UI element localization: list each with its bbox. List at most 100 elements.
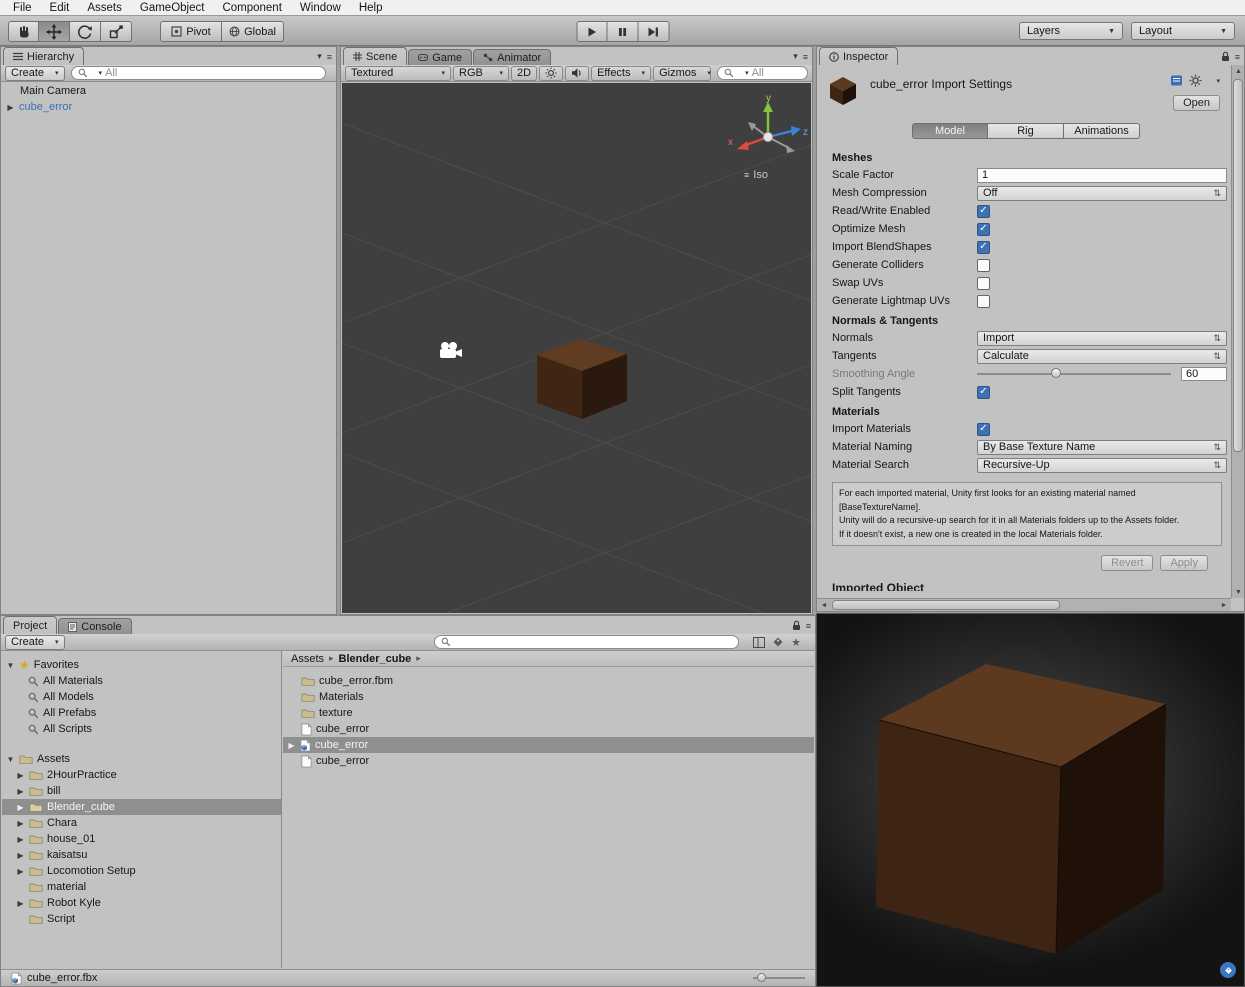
thumbnail-size-slider[interactable] — [753, 973, 805, 982]
asset-preview-panel[interactable] — [816, 613, 1245, 987]
import-materials-checkbox[interactable]: ✓ — [977, 422, 990, 436]
tab-project[interactable]: Project — [3, 616, 58, 634]
hierarchy-create-button[interactable]: Create ▾ — [5, 65, 65, 81]
favorite-all-prefabs[interactable]: All Prefabs — [2, 705, 281, 721]
split-tangents-checkbox[interactable]: ✓ — [977, 385, 990, 399]
tab-scene[interactable]: Scene — [343, 47, 408, 65]
tab-hierarchy[interactable]: Hierarchy — [3, 47, 85, 65]
scroll-left-icon[interactable]: ◄ — [817, 599, 831, 612]
favorite-star-icon[interactable]: ★ — [791, 636, 801, 649]
apply-button[interactable]: Apply — [1160, 555, 1208, 571]
folder-house-01[interactable]: ▶ house_01 — [2, 831, 281, 847]
render-channels-dropdown[interactable]: RGB ▾ — [453, 65, 509, 81]
expander-icon[interactable]: ▶ — [16, 851, 25, 860]
project-create-button[interactable]: Create ▾ — [5, 634, 65, 650]
label-tag-icon[interactable] — [772, 636, 784, 648]
revert-button[interactable]: Revert — [1101, 555, 1154, 571]
scroll-right-icon[interactable]: ► — [1217, 599, 1231, 612]
camera-gizmo-icon[interactable] — [440, 342, 462, 358]
tab-rig[interactable]: Rig — [988, 123, 1064, 139]
tab-game[interactable]: Game — [408, 49, 473, 65]
folder-material[interactable]: material — [2, 879, 281, 895]
folder-2hourpractice[interactable]: ▶ 2HourPractice — [2, 767, 281, 783]
favorite-all-models[interactable]: All Models — [2, 689, 281, 705]
menu-assets[interactable]: Assets — [78, 1, 131, 15]
expander-icon[interactable]: ▶ — [16, 771, 25, 780]
menu-edit[interactable]: Edit — [41, 1, 79, 15]
file-materials[interactable]: Materials — [283, 689, 814, 705]
expander-icon[interactable]: ▶ — [16, 899, 25, 908]
pivot-toggle-button[interactable]: Pivot — [160, 21, 222, 42]
scrollbar-thumb[interactable] — [1233, 79, 1243, 453]
material-search-dropdown[interactable]: Recursive-Up ⇅ — [977, 457, 1227, 473]
two-pane-icon[interactable] — [753, 636, 766, 648]
tab-inspector[interactable]: Inspector — [819, 47, 899, 65]
orientation-gizmo[interactable]: y x z — [726, 93, 810, 177]
layout-dropdown[interactable]: Layout ▼ — [1131, 22, 1235, 40]
expander-icon[interactable]: ▶ — [6, 103, 15, 112]
smoothing-angle-value[interactable]: 60 — [1181, 367, 1227, 381]
optimize-mesh-checkbox[interactable]: ✓ — [977, 222, 990, 236]
breadcrumb-assets[interactable]: Assets — [291, 653, 324, 665]
mesh-compression-dropdown[interactable]: Off ⇅ — [977, 185, 1227, 201]
open-button[interactable]: Open — [1173, 95, 1220, 111]
swap-uvs-checkbox[interactable] — [977, 276, 990, 290]
hierarchy-item-cube-error[interactable]: ▶ cube_error — [2, 99, 335, 115]
folder-locomotion-setup[interactable]: ▶ Locomotion Setup — [2, 863, 281, 879]
projection-mode-label[interactable]: ≡ Iso — [744, 169, 768, 181]
folder-blender-cube[interactable]: ▶ Blender_cube — [2, 799, 281, 815]
chevron-down-icon[interactable]: ▾ — [317, 51, 322, 62]
file-cube-error-selected[interactable]: ▶ cube_error — [283, 737, 814, 753]
chevron-down-icon[interactable]: ▾ — [793, 51, 798, 62]
gear-icon[interactable] — [1189, 74, 1202, 87]
expander-icon[interactable]: ▶ — [16, 819, 25, 828]
project-search-input[interactable] — [434, 635, 740, 649]
folder-script[interactable]: Script — [2, 911, 281, 927]
scale-factor-input[interactable]: 1 — [977, 167, 1227, 183]
menu-file[interactable]: File — [4, 1, 41, 15]
help-book-icon[interactable] — [1170, 74, 1183, 87]
assets-root[interactable]: ▼ Assets — [2, 751, 281, 767]
favorite-all-scripts[interactable]: All Scripts — [2, 721, 281, 737]
chevron-down-icon[interactable]: ▾ — [1216, 77, 1220, 85]
step-button[interactable] — [638, 21, 669, 42]
panel-menu-icon[interactable]: ≡ — [803, 52, 808, 62]
tab-animations[interactable]: Animations — [1064, 123, 1140, 139]
hierarchy-search-input[interactable]: ▾ All — [70, 66, 326, 80]
hierarchy-item-main-camera[interactable]: Main Camera — [2, 83, 335, 99]
scene-search-input[interactable]: ▾ All — [717, 66, 808, 80]
move-tool-button[interactable] — [39, 21, 70, 42]
scrollbar-thumb[interactable] — [832, 600, 1060, 610]
effects-dropdown[interactable]: Effects ▾ — [591, 65, 652, 81]
import-blendshapes-checkbox[interactable]: ✓ — [977, 240, 990, 254]
generate-lightmap-checkbox[interactable] — [977, 294, 990, 308]
generate-colliders-checkbox[interactable] — [977, 258, 990, 272]
play-button[interactable] — [576, 21, 607, 42]
inspector-horizontal-scrollbar[interactable]: ◄ ► — [817, 598, 1231, 611]
folder-kaisatsu[interactable]: ▶ kaisatsu — [2, 847, 281, 863]
hand-tool-button[interactable] — [8, 21, 39, 42]
folder-chara[interactable]: ▶ Chara — [2, 815, 281, 831]
normals-dropdown[interactable]: Import ⇅ — [977, 330, 1227, 346]
pause-button[interactable] — [607, 21, 638, 42]
favorites-root[interactable]: ▼ ★ Favorites — [2, 657, 281, 673]
shading-mode-dropdown[interactable]: Textured ▾ — [345, 65, 451, 81]
gizmos-dropdown[interactable]: Gizmos ▾ — [653, 65, 712, 81]
slider-thumb[interactable] — [757, 973, 766, 982]
menu-window[interactable]: Window — [291, 1, 350, 15]
inspector-vertical-scrollbar[interactable]: ▲ ▼ — [1231, 65, 1244, 598]
file-cube-error-2[interactable]: cube_error — [283, 753, 814, 769]
panel-menu-icon[interactable]: ≡ — [1235, 52, 1240, 62]
folder-robot-kyle[interactable]: ▶ Robot Kyle — [2, 895, 281, 911]
lighting-toggle-button[interactable] — [539, 65, 564, 81]
scroll-down-icon[interactable]: ▼ — [1232, 586, 1245, 598]
tab-model[interactable]: Model — [912, 123, 988, 139]
lock-icon[interactable] — [1221, 51, 1230, 62]
panel-menu-icon[interactable]: ≡ — [806, 621, 811, 631]
slider-thumb[interactable] — [1050, 368, 1061, 378]
expander-icon[interactable]: ▶ — [16, 787, 25, 796]
preview-cube[interactable] — [817, 614, 1244, 986]
2d-toggle-button[interactable]: 2D — [511, 65, 538, 81]
expander-icon[interactable]: ▼ — [6, 755, 15, 764]
tab-console[interactable]: Console — [58, 618, 132, 634]
